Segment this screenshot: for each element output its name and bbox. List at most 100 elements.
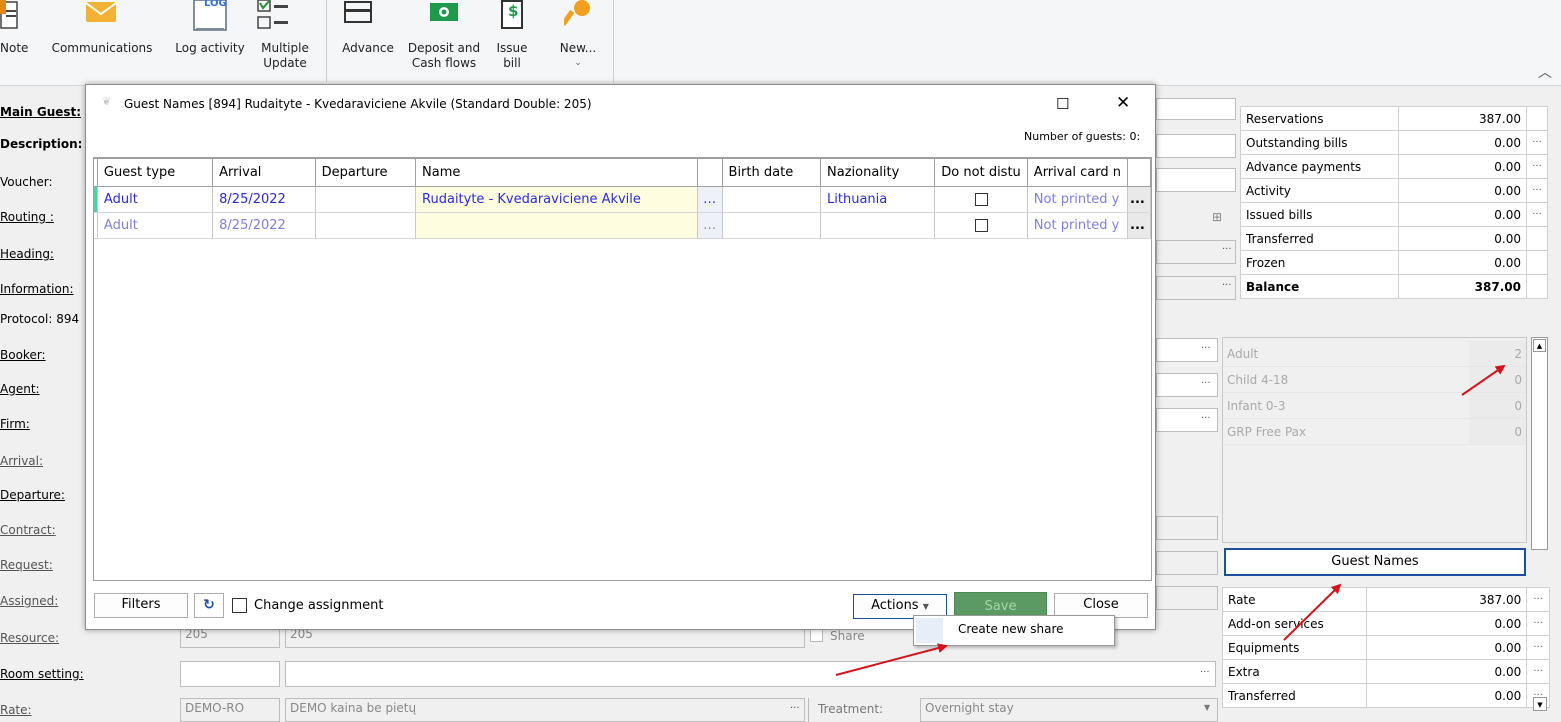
multiple-update-button[interactable]: Multiple Update: [254, 0, 322, 80]
rate-dots-icon[interactable]: ···: [790, 703, 800, 714]
routing-label[interactable]: Routing :: [0, 210, 54, 224]
do-not-disturb-checkbox[interactable]: [934, 212, 1028, 239]
description-field[interactable]: [1156, 134, 1236, 158]
contract-field[interactable]: [1156, 516, 1218, 540]
cell-arrival-card[interactable]: Not printed y: [1027, 212, 1129, 239]
refresh-icon[interactable]: ↻: [194, 593, 224, 618]
main-guest-label[interactable]: Main Guest:: [0, 105, 81, 119]
scroll-up-icon[interactable]: ▲: [1533, 339, 1546, 352]
col-arrival[interactable]: Arrival: [212, 158, 316, 187]
col-name[interactable]: Name: [415, 158, 698, 187]
scroll-down-icon[interactable]: ▼: [1533, 697, 1547, 711]
assigned-field[interactable]: [1156, 586, 1218, 610]
assigned-label[interactable]: Assigned:: [0, 594, 58, 608]
rates-dots-icon[interactable]: ···: [1526, 611, 1550, 636]
name-picker-icon[interactable]: …: [697, 212, 723, 239]
cell-arrival[interactable]: 8/25/2022: [212, 186, 316, 213]
deposit-button[interactable]: Deposit and Cash flows: [404, 0, 484, 80]
col-departure[interactable]: Departure: [314, 158, 417, 187]
cell-departure[interactable]: [315, 212, 417, 239]
cell-arrival-card[interactable]: Not printed y: [1027, 186, 1129, 213]
cell-nationality[interactable]: [820, 212, 936, 239]
advance-button[interactable]: Advance: [336, 0, 400, 80]
cell-guest-type[interactable]: Adult: [97, 186, 214, 213]
summary-dots-icon[interactable]: [1525, 274, 1549, 299]
rates-dots-icon[interactable]: ···: [1526, 587, 1550, 612]
summary-dots-icon[interactable]: ···: [1525, 202, 1549, 227]
new-dropdown-button[interactable]: New... ⌄: [558, 0, 598, 80]
heading-label[interactable]: Heading:: [0, 247, 54, 261]
departure-label[interactable]: Departure:: [0, 488, 65, 502]
firm-label[interactable]: Firm:: [0, 417, 30, 431]
agent-dots-icon[interactable]: ···: [1201, 378, 1211, 389]
name-picker-icon[interactable]: …: [697, 186, 723, 213]
rate-name-field[interactable]: DEMO kaina be pietų: [285, 698, 805, 722]
contract-label[interactable]: Contract:: [0, 523, 56, 537]
treatment-chevron-icon[interactable]: ▼: [1204, 703, 1210, 712]
treatment-select[interactable]: Overnight stay: [920, 698, 1218, 722]
room-setting-code-field[interactable]: [180, 661, 280, 687]
booker-label[interactable]: Booker:: [0, 348, 46, 362]
communications-button[interactable]: Communications: [44, 0, 160, 80]
rates-dots-icon[interactable]: ···: [1526, 635, 1550, 660]
summary-dots-icon[interactable]: [1525, 106, 1549, 131]
rate-code-field[interactable]: DEMO-RO: [180, 698, 280, 722]
maximize-icon[interactable]: ☐: [1056, 95, 1069, 113]
summary-dots-icon[interactable]: [1525, 226, 1549, 251]
issue-bill-button[interactable]: $ Issue bill: [486, 0, 538, 80]
cell-departure[interactable]: [315, 186, 417, 213]
arrival-label[interactable]: Arrival:: [0, 454, 43, 468]
summary-dots-icon[interactable]: ···: [1525, 178, 1549, 203]
rate-label[interactable]: Rate:: [0, 703, 32, 717]
summary-dots-icon[interactable]: ···: [1525, 130, 1549, 155]
request-label[interactable]: Request:: [0, 558, 53, 572]
cell-name[interactable]: Rudaityte - Kvedaraviciene Akvile: [415, 186, 698, 213]
heading-dots-icon[interactable]: ···: [1222, 244, 1232, 255]
cell-nationality[interactable]: Lithuania: [820, 186, 936, 213]
routing-tree-icon[interactable]: ⊞: [1212, 210, 1222, 224]
guest-row[interactable]: Adult 8/25/2022 … Not printed y...: [94, 212, 1151, 239]
pax-count[interactable]: 2: [1468, 341, 1526, 367]
booker-dots-icon[interactable]: ···: [1201, 343, 1211, 354]
pax-scrollbar[interactable]: ▲: [1531, 337, 1548, 550]
summary-dots-icon[interactable]: [1525, 250, 1549, 275]
voucher-field[interactable]: [1156, 168, 1236, 192]
col-do-not-disturb[interactable]: Do not distu: [934, 158, 1028, 187]
room-setting-label[interactable]: Room setting:: [0, 667, 84, 681]
summary-dots-icon[interactable]: ···: [1525, 154, 1549, 179]
information-label[interactable]: Information:: [0, 282, 74, 296]
pax-count[interactable]: 0: [1468, 418, 1526, 445]
guest-row[interactable]: Adult 8/25/2022 Rudaityte - Kvedaraviciene…: [94, 186, 1151, 213]
cell-guest-type[interactable]: Adult: [97, 212, 214, 239]
pax-count[interactable]: 0: [1468, 366, 1526, 393]
agent-label[interactable]: Agent:: [0, 382, 40, 396]
filters-button[interactable]: Filters: [94, 593, 188, 618]
col-birth-date[interactable]: Birth date: [721, 158, 822, 187]
collapse-ribbon-icon[interactable]: ︿: [1538, 62, 1552, 82]
col-nationality[interactable]: Nazionality: [820, 158, 936, 187]
main-guest-field[interactable]: [1156, 98, 1236, 120]
information-dots-icon[interactable]: ···: [1222, 280, 1232, 291]
cell-birth-date[interactable]: [722, 212, 822, 239]
col-guest-type[interactable]: Guest type: [96, 158, 214, 187]
resource-label[interactable]: Resource:: [0, 631, 59, 645]
cell-arrival[interactable]: 8/25/2022: [212, 212, 316, 239]
room-setting-field[interactable]: [285, 661, 1216, 687]
share-checkbox[interactable]: [810, 628, 823, 642]
room-setting-dots-icon[interactable]: ···: [1200, 667, 1210, 678]
rates-dots-icon[interactable]: ···: [1526, 659, 1550, 684]
cell-birth-date[interactable]: [722, 186, 822, 213]
menu-item-create-new-share[interactable]: Create new share: [958, 622, 1064, 636]
log-activity-button[interactable]: LOG Log activity: [166, 0, 254, 80]
cell-name[interactable]: [415, 212, 698, 239]
request-field[interactable]: [1156, 551, 1218, 575]
col-arrival-card[interactable]: Arrival card n: [1026, 158, 1129, 187]
arrival-card-dots-icon[interactable]: ...: [1127, 212, 1151, 239]
guest-names-button[interactable]: Guest Names: [1224, 548, 1526, 576]
firm-dots-icon[interactable]: ···: [1201, 413, 1211, 424]
do-not-disturb-checkbox[interactable]: [934, 186, 1028, 213]
pax-count[interactable]: 0: [1468, 392, 1526, 419]
note-button[interactable]: Note: [0, 0, 32, 80]
col-name-picker[interactable]: [696, 158, 723, 187]
close-icon[interactable]: ✕: [1116, 93, 1130, 113]
